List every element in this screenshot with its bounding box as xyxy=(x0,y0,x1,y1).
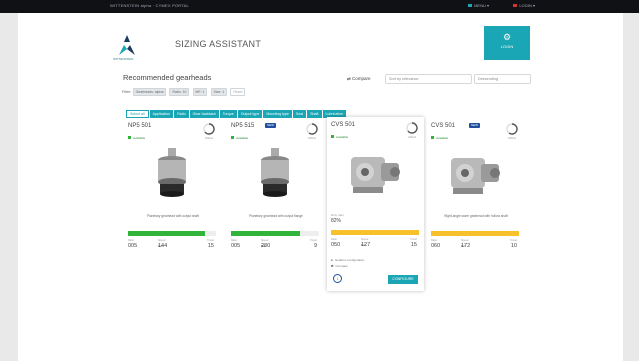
metric-travel: 15 xyxy=(410,242,417,248)
page-title: SIZING ASSISTANT xyxy=(175,39,262,49)
metric-ratio: 005 xyxy=(231,243,241,249)
category-tabs: Select all Application Ratio Gear backlash T… xyxy=(126,102,347,118)
product-description: Planetary gearhead with output flange xyxy=(249,214,303,218)
tab-ratio[interactable]: Ratio xyxy=(174,110,189,118)
brand-name: WITTENSTEIN xyxy=(113,57,134,61)
sort-select[interactable]: Sort by relevance xyxy=(385,74,472,84)
user-icon xyxy=(513,4,518,8)
tab-mounting-type[interactable]: Mounting type xyxy=(263,110,292,118)
worm-gearhead-image xyxy=(351,157,400,193)
metric-ratio: 050 xyxy=(331,242,341,248)
tab-gear-backlash[interactable]: Gear backlash xyxy=(189,110,219,118)
compare-icon: ⇄ xyxy=(347,76,351,81)
filter-chip[interactable]: MF: 1 xyxy=(192,88,208,96)
bar-value: 82% xyxy=(331,218,342,224)
product-name: CVS 501 xyxy=(431,123,456,129)
gauge-label: Utilized xyxy=(307,137,316,140)
new-badge: NEW xyxy=(469,123,480,128)
tab-application[interactable]: Application xyxy=(149,110,174,118)
filter-chip[interactable]: Gearheads: alpha xyxy=(132,88,167,96)
brand-logo-icon xyxy=(119,35,135,55)
product-card[interactable]: NP5 501 Available Utilized Planetary gea… xyxy=(124,118,221,260)
tab-torque[interactable]: Torque xyxy=(219,110,237,118)
order-select[interactable]: Descending xyxy=(474,74,531,84)
gauge-label: Utilized xyxy=(407,136,416,139)
section-title: Recommended gearheads xyxy=(123,73,212,82)
product-description: Planetary gearhead with output shaft xyxy=(147,214,199,218)
metric-travel: 9 xyxy=(313,243,317,249)
filter-label: Filter: xyxy=(122,90,132,94)
product-description: Right-angle worm gearhead with hollow sh… xyxy=(444,214,508,218)
top-bar: WITTENSTEIN alpha · CYMEX PORTAL MENU ▾ … xyxy=(0,0,639,13)
duty-bar-fill xyxy=(431,231,519,236)
availability-status: Available xyxy=(331,135,348,139)
duty-bar xyxy=(431,231,519,236)
duty-bar-fill xyxy=(331,230,419,235)
info-button[interactable]: i xyxy=(333,274,342,283)
availability-status: Available xyxy=(128,136,145,140)
metric-speed: 172 Nm xyxy=(461,243,471,249)
metric-speed: 280 Nm xyxy=(261,243,271,249)
gauge-label: Utilized xyxy=(204,137,213,140)
metric-speed: 127 Nm xyxy=(361,242,371,248)
tab-output-type[interactable]: Output type xyxy=(237,110,263,118)
product-name: NP5 515 xyxy=(231,123,255,129)
login-button[interactable]: ⚙ LOGIN xyxy=(484,26,530,60)
tab-shaft[interactable]: Shaft xyxy=(307,110,322,118)
menu-link[interactable]: MENU ▾ xyxy=(468,3,489,8)
tab-seal[interactable]: Seal xyxy=(292,110,307,118)
metric-travel: 15 xyxy=(207,243,214,249)
metric-ratio: 005 xyxy=(128,243,138,249)
utilization-gauge-icon xyxy=(506,123,518,135)
duty-bar-fill xyxy=(128,231,206,236)
planetary-gearhead-image xyxy=(261,148,289,197)
compare-link[interactable]: ⇄ Compare xyxy=(331,264,348,268)
worm-gearhead-image xyxy=(451,158,500,194)
compare-icon: ⇄ xyxy=(331,264,334,268)
filter-chip[interactable]: Size: 1 xyxy=(210,88,228,96)
metric-speed: 144 Nm xyxy=(158,243,168,249)
bullet-icon: ● xyxy=(331,258,333,262)
new-badge: NEW xyxy=(265,123,276,128)
utilization-gauge-icon xyxy=(406,122,418,134)
duty-bar xyxy=(231,231,319,236)
utilization-gauge-icon xyxy=(306,123,318,135)
flag-icon xyxy=(468,4,473,8)
compare-toggle[interactable]: ⇄ Compare xyxy=(347,76,371,82)
product-card-selected[interactable]: CVS 501 Available Utilized Duty ratio 82… xyxy=(327,117,424,291)
configuration-link[interactable]: ● Gearbox configuration xyxy=(331,258,364,262)
product-name: NP5 501 xyxy=(128,123,152,129)
top-bar-breadcrumb[interactable]: WITTENSTEIN alpha · CYMEX PORTAL xyxy=(110,3,189,8)
product-name: CVS 501 xyxy=(331,122,356,128)
duty-bar xyxy=(331,230,419,235)
duty-bar-fill xyxy=(231,231,300,236)
configure-button[interactable]: CONFIGURE xyxy=(388,275,418,284)
filter-reset[interactable]: Reset xyxy=(230,88,246,96)
login-link[interactable]: LOGIN ▾ xyxy=(513,3,535,8)
metric-travel: 10 xyxy=(510,243,517,249)
availability-status: Available xyxy=(431,136,448,140)
gear-icon: ⚙ xyxy=(502,32,512,42)
utilization-gauge-icon xyxy=(203,123,215,135)
filter-row: Filter: Gearheads: alpha Ratio: 10 MF: 1… xyxy=(122,88,247,96)
metric-ratio: 060 xyxy=(431,243,441,249)
product-card[interactable]: NP5 515 NEW Available Utilized Planetary… xyxy=(227,118,324,260)
product-card[interactable]: CVS 501 NEW Available Utilized Right-ang… xyxy=(427,118,524,260)
tab-select-all[interactable]: Select all xyxy=(126,110,149,118)
planetary-gearhead-image xyxy=(158,148,186,197)
filter-chip[interactable]: Ratio: 10 xyxy=(169,88,190,96)
gauge-label: Utilized xyxy=(507,137,516,140)
bar-label: Duty ratio xyxy=(331,213,344,217)
availability-status: Available xyxy=(231,136,248,140)
duty-bar xyxy=(128,231,216,236)
